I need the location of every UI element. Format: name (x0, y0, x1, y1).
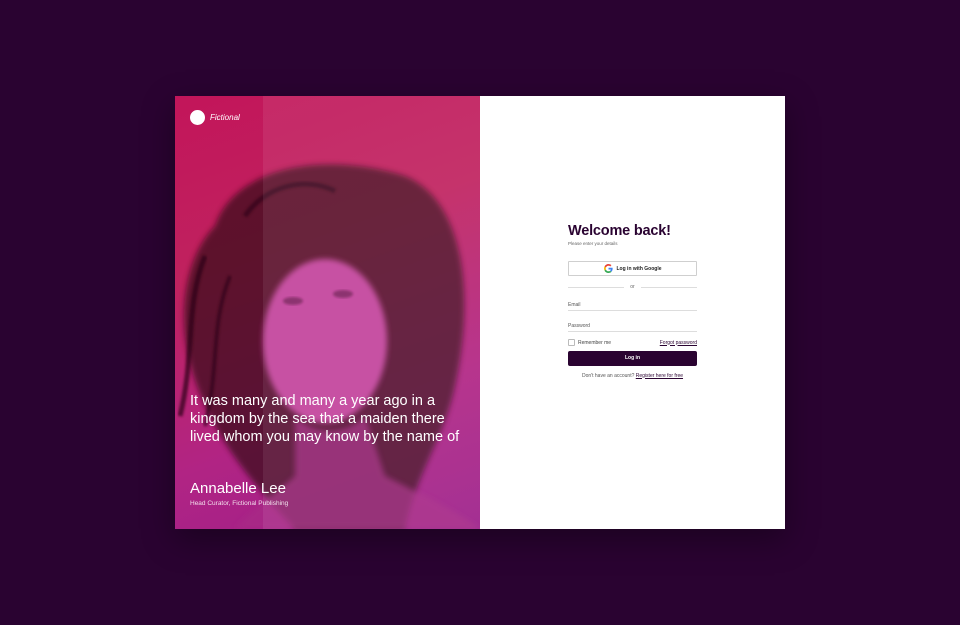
login-card: Fictional It was many and many a year ag… (175, 96, 785, 529)
email-input[interactable] (568, 301, 697, 308)
password-field-wrapper (568, 320, 697, 332)
login-panel: Welcome back! Please enter your details … (480, 96, 785, 529)
quote-author: Annabelle Lee (190, 480, 286, 497)
register-prompt: Don't have an account? (581, 372, 635, 379)
remember-me-label: Remember me (578, 339, 612, 346)
google-login-button[interactable]: Log in with Google (568, 261, 697, 276)
or-divider: or (568, 284, 698, 290)
page-title: Welcome back! (568, 223, 671, 239)
remember-me[interactable]: Remember me (568, 339, 611, 346)
register-row: Don't have an account? Register here for… (568, 373, 697, 379)
hero-overlay-stripe (263, 96, 480, 529)
register-link[interactable]: Register here for free (636, 373, 683, 379)
forgot-password-link[interactable]: Forgot password (660, 340, 697, 346)
brand-name: Fictional (210, 113, 240, 122)
password-input[interactable] (568, 322, 697, 329)
brand-logo-icon (190, 110, 205, 125)
login-button[interactable]: Log in (568, 350, 697, 366)
page-subtitle: Please enter your details (568, 241, 618, 246)
login-form: Welcome back! Please enter your details … (568, 223, 698, 379)
hero-quote: It was many and many a year ago in a kin… (190, 393, 460, 445)
login-options: Remember me Forgot password (568, 339, 697, 346)
google-icon (603, 264, 613, 273)
hero-panel: Fictional It was many and many a year ag… (175, 96, 480, 529)
email-field-wrapper (568, 299, 697, 311)
or-text: or (630, 284, 635, 290)
brand[interactable]: Fictional (190, 110, 240, 125)
author-role: Head Curator, Fictional Publishing (190, 500, 289, 507)
google-login-label: Log in with Google (616, 265, 662, 272)
remember-me-checkbox[interactable] (568, 339, 575, 346)
